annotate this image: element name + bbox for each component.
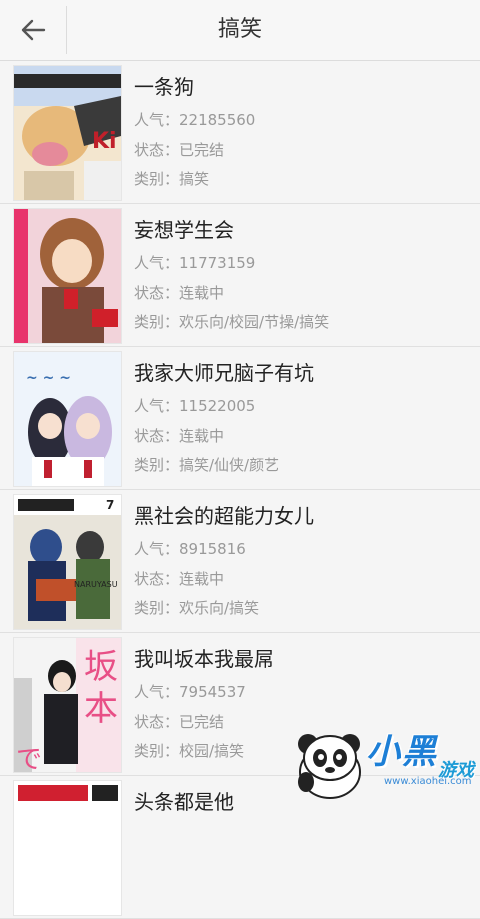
svg-text:で: で <box>16 745 42 772</box>
comic-status: 状态：已完结 <box>134 713 225 731</box>
svg-text:~ ~ ~: ~ ~ ~ <box>26 370 71 386</box>
comic-popularity: 人气：11522005 <box>134 397 256 415</box>
watermark-brand: 小黑 <box>366 732 438 772</box>
comic-cover[interactable]: NARUYASU 7 <box>13 494 122 630</box>
comic-list-item[interactable]: NARUYASU 7 黑社会的超能力女儿 人气：8915816 状态：连载中 类… <box>0 490 480 633</box>
comic-title: 黑社会的超能力女儿 <box>134 504 314 528</box>
comic-title: 头条都是他 <box>134 790 234 814</box>
page-title: 搞笑 <box>217 17 262 42</box>
comic-cover[interactable]: Ki <box>13 65 122 201</box>
comic-status: 状态：连载中 <box>134 570 225 588</box>
comic-title: 我家大师兄脑子有坑 <box>134 361 314 385</box>
comic-category: 类别：校园/搞笑 <box>134 742 245 760</box>
comic-status: 状态：连载中 <box>134 284 225 302</box>
svg-text:本: 本 <box>84 689 118 729</box>
comic-popularity: 人气：8915816 <box>134 540 246 558</box>
comic-list-item[interactable]: Ki 一条狗 人气：22185560 状态：已完结 类别：搞笑 <box>0 61 480 204</box>
svg-text:7: 7 <box>106 498 114 512</box>
panda-icon <box>298 734 361 799</box>
comic-category: 类别：搞笑/仙侠/颜艺 <box>134 456 280 474</box>
comic-category: 类别：欢乐向/校园/节操/搞笑 <box>134 313 330 331</box>
comic-category: 类别：搞笑 <box>134 170 210 188</box>
comic-cover[interactable]: ~ ~ ~ <box>13 351 122 487</box>
svg-text:Ki: Ki <box>92 129 117 154</box>
svg-text:NARUYASU: NARUYASU <box>74 580 118 589</box>
app-header: 搞笑 <box>0 0 480 61</box>
comic-cover[interactable] <box>13 780 122 916</box>
comic-list-item[interactable]: 妄想学生会 人气：11773159 状态：连载中 类别：欢乐向/校园/节操/搞笑 <box>0 204 480 347</box>
comic-cover[interactable]: 坂 本 で <box>13 637 122 773</box>
comic-list-item[interactable]: ~ ~ ~ 我家大师兄脑子有坑 人气：11522005 状态：连载中 类别：搞笑… <box>0 347 480 490</box>
comic-title: 妄想学生会 <box>134 218 234 242</box>
svg-text:坂: 坂 <box>84 647 118 687</box>
comic-popularity: 人气：22185560 <box>134 111 256 129</box>
comic-popularity: 人气：7954537 <box>134 683 246 701</box>
comic-status: 状态：连载中 <box>134 427 225 445</box>
comic-popularity: 人气：11773159 <box>134 254 256 272</box>
watermark-logo: 小黑 游戏 www.xiaohei.com <box>288 722 478 800</box>
comic-category: 类别：欢乐向/搞笑 <box>134 599 260 617</box>
comic-cover[interactable] <box>13 208 122 344</box>
watermark-url: www.xiaohei.com <box>384 776 472 787</box>
comic-title: 一条狗 <box>134 75 194 99</box>
comic-status: 状态：已完结 <box>134 141 225 159</box>
comic-title: 我叫坂本我最屌 <box>134 647 274 671</box>
